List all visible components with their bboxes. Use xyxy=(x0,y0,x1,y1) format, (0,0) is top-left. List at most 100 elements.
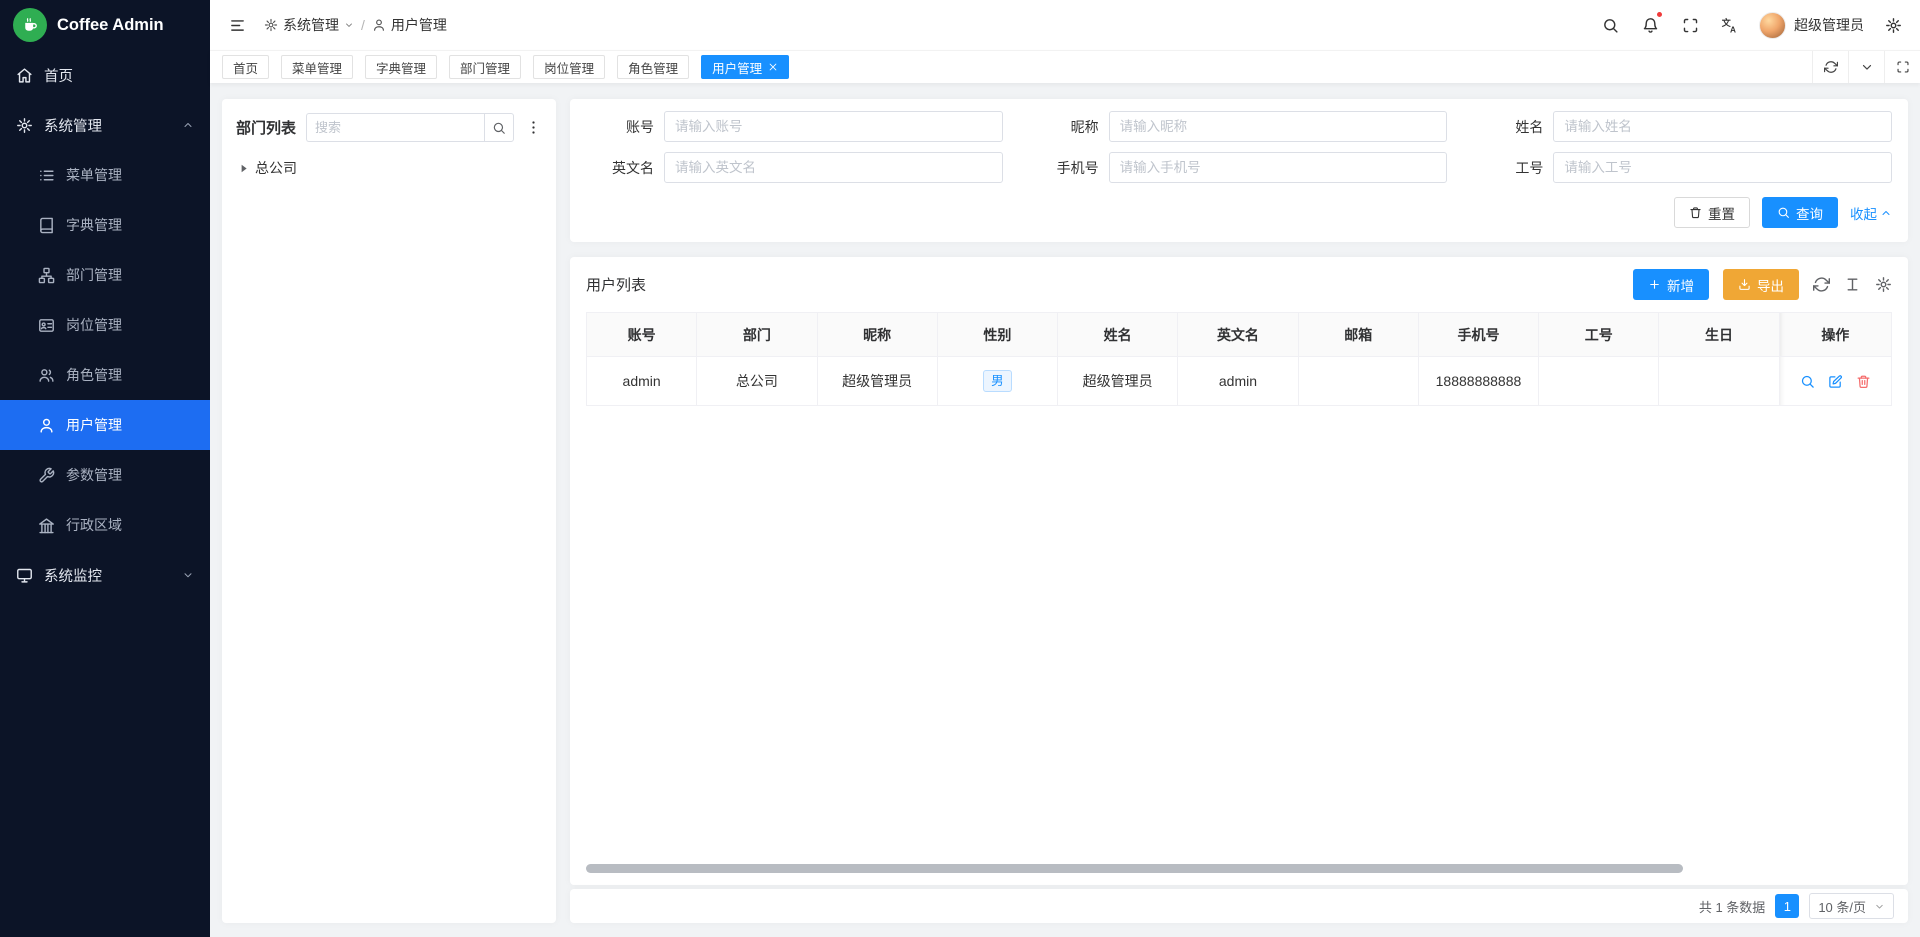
roles-icon xyxy=(38,367,55,384)
phone-input[interactable] xyxy=(1109,152,1448,183)
reset-button[interactable]: 重置 xyxy=(1674,197,1750,228)
search-icon[interactable] xyxy=(1599,14,1621,36)
column-settings-gear-icon[interactable] xyxy=(1875,276,1892,293)
page-number-button[interactable]: 1 xyxy=(1775,894,1799,918)
sidebar-item-admin-region[interactable]: 行政区域 xyxy=(0,500,210,550)
form-item-nickname: 昵称 xyxy=(1031,111,1448,142)
chevron-down-icon xyxy=(182,569,194,581)
sidebar-item-parameter-management[interactable]: 参数管理 xyxy=(0,450,210,500)
dictionary-icon xyxy=(38,217,55,234)
header-actions: 文 A 超级管理员 xyxy=(1599,12,1904,39)
more-options-icon[interactable] xyxy=(524,119,542,136)
current-user-name: 超级管理员 xyxy=(1794,15,1864,35)
sidebar-item-user-management[interactable]: 用户管理 xyxy=(0,400,210,450)
form-item-name: 姓名 xyxy=(1475,111,1892,142)
sidebar-item-label: 角色管理 xyxy=(66,365,122,385)
sidebar-item-dictionary-management[interactable]: 字典管理 xyxy=(0,200,210,250)
view-detail-icon[interactable] xyxy=(1800,374,1815,389)
row-height-icon[interactable] xyxy=(1844,276,1861,293)
cell-email xyxy=(1298,357,1418,406)
home-icon xyxy=(16,67,33,84)
user-menu[interactable]: 超级管理员 xyxy=(1759,12,1864,39)
table-row[interactable]: admin 总公司 超级管理员 男 超级管理员 admin 188 xyxy=(587,357,1892,406)
tree-node-label: 总公司 xyxy=(255,158,297,178)
department-search xyxy=(306,113,514,142)
cell-account: admin xyxy=(587,357,697,406)
nickname-input[interactable] xyxy=(1109,111,1448,142)
cell-nickname: 超级管理员 xyxy=(817,357,937,406)
cell-birthday xyxy=(1659,357,1779,406)
avatar xyxy=(1759,12,1786,39)
edit-icon[interactable] xyxy=(1828,374,1843,389)
sidebar-item-label: 字典管理 xyxy=(66,215,122,235)
collapse-form-link[interactable]: 收起 xyxy=(1850,203,1892,223)
sidebar-collapse-icon[interactable] xyxy=(226,14,248,36)
english-name-input[interactable] xyxy=(664,152,1003,183)
org-tree-icon xyxy=(38,267,55,284)
user-list-header: 用户列表 新增 导出 xyxy=(586,269,1892,300)
field-label: 账号 xyxy=(586,117,664,137)
department-search-button[interactable] xyxy=(484,113,514,142)
query-button[interactable]: 查询 xyxy=(1762,197,1838,228)
department-panel: 部门列表 总公 xyxy=(222,99,556,923)
sidebar-item-system-management[interactable]: 系统管理 xyxy=(0,100,210,150)
add-user-button[interactable]: 新增 xyxy=(1633,269,1709,300)
pagination-bar: 共 1 条数据 1 10 条/页 xyxy=(570,889,1908,923)
breadcrumb-section[interactable]: 系统管理 xyxy=(264,15,354,35)
tab-department-management[interactable]: 部门管理 xyxy=(449,55,521,79)
col-birthday: 生日 xyxy=(1659,313,1779,357)
refresh-icon[interactable] xyxy=(1813,276,1830,293)
caret-right-icon[interactable] xyxy=(236,161,251,176)
tab-menu-management[interactable]: 菜单管理 xyxy=(281,55,353,79)
breadcrumb-page-label: 用户管理 xyxy=(391,15,447,35)
sidebar-item-position-management[interactable]: 岗位管理 xyxy=(0,300,210,350)
top-header: 系统管理 / 用户管理 xyxy=(210,0,1920,50)
name-input[interactable] xyxy=(1553,111,1892,142)
department-panel-title: 部门列表 xyxy=(236,117,296,138)
total-count-text: 共 1 条数据 xyxy=(1699,897,1765,916)
gear-icon xyxy=(16,117,33,134)
tab-dictionary-management[interactable]: 字典管理 xyxy=(365,55,437,79)
tab-position-management[interactable]: 岗位管理 xyxy=(533,55,605,79)
sidebar-item-department-management[interactable]: 部门管理 xyxy=(0,250,210,300)
sidebar-item-label: 用户管理 xyxy=(66,415,122,435)
menu-list-icon xyxy=(38,167,55,184)
notification-bell-icon[interactable] xyxy=(1639,14,1661,36)
app-logo[interactable]: Coffee Admin xyxy=(0,0,210,50)
cell-work-no xyxy=(1539,357,1659,406)
user-icon xyxy=(38,417,55,434)
settings-gear-icon[interactable] xyxy=(1882,14,1904,36)
chevron-up-icon xyxy=(182,119,194,131)
page-size-select[interactable]: 10 条/页 xyxy=(1809,893,1894,919)
tab-menu-chevron-icon[interactable] xyxy=(1848,51,1884,83)
tab-home[interactable]: 首页 xyxy=(222,55,269,79)
search-form-card: 账号 昵称 姓名 英文名 xyxy=(570,99,1908,242)
sidebar-item-label: 首页 xyxy=(44,65,73,86)
sidebar-item-system-monitor[interactable]: 系统监控 xyxy=(0,550,210,600)
account-input[interactable] xyxy=(664,111,1003,142)
tree-node-root[interactable]: 总公司 xyxy=(236,158,542,178)
user-icon xyxy=(372,18,386,32)
sidebar-item-menu-management[interactable]: 菜单管理 xyxy=(0,150,210,200)
fullscreen-icon[interactable] xyxy=(1679,14,1701,36)
department-search-input[interactable] xyxy=(306,113,484,142)
sidebar-item-role-management[interactable]: 角色管理 xyxy=(0,350,210,400)
tab-role-management[interactable]: 角色管理 xyxy=(617,55,689,79)
tab-maximize-icon[interactable] xyxy=(1884,51,1920,83)
export-button[interactable]: 导出 xyxy=(1723,269,1799,300)
delete-icon[interactable] xyxy=(1856,374,1871,389)
breadcrumb-page[interactable]: 用户管理 xyxy=(372,15,447,35)
gear-icon xyxy=(264,18,278,32)
tab-close-icon[interactable] xyxy=(768,62,778,72)
user-list-tools: 新增 导出 xyxy=(1633,269,1892,300)
col-work-no: 工号 xyxy=(1539,313,1659,357)
sidebar-item-home[interactable]: 首页 xyxy=(0,50,210,100)
horizontal-scrollbar xyxy=(586,864,1892,873)
table-header-row: 账号 部门 昵称 性别 姓名 英文名 邮箱 手机号 工号 生日 xyxy=(587,313,1892,357)
sidebar-item-label: 岗位管理 xyxy=(66,315,122,335)
work-no-input[interactable] xyxy=(1553,152,1892,183)
tab-refresh-icon[interactable] xyxy=(1812,51,1848,83)
tab-user-management[interactable]: 用户管理 xyxy=(701,55,789,79)
scrollbar-thumb[interactable] xyxy=(586,864,1683,873)
translate-icon[interactable]: 文 A xyxy=(1719,14,1741,36)
